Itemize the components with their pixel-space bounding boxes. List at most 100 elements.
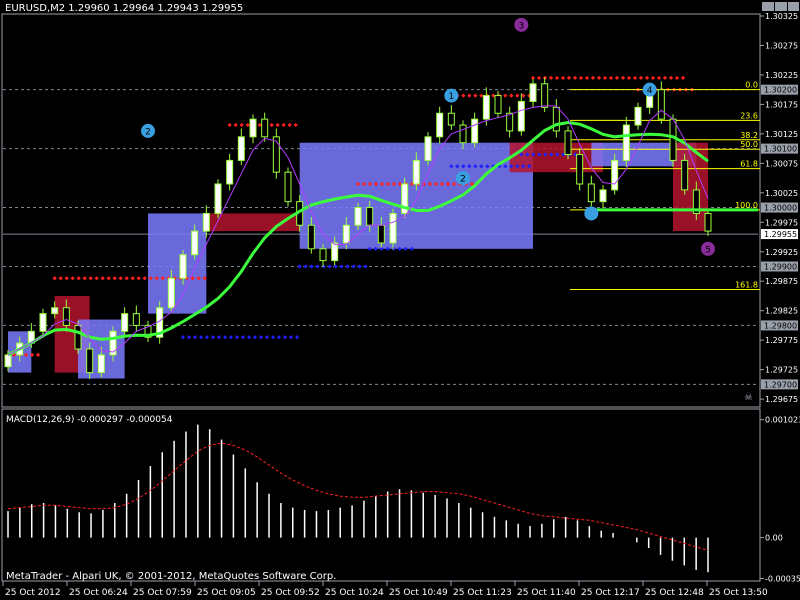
minimize-icon[interactable] [762,2,774,11]
y-tick-label: 1.30275 [765,41,798,50]
price-level-label: 1.29955 [764,230,797,239]
candle-body [424,136,432,161]
candle-body [62,307,70,326]
close-icon[interactable] [788,2,799,11]
price-level-label: 1.30000 [764,204,797,213]
price-level-label: 1.30100 [764,145,797,154]
x-tick-label: 25 Oct 13:50 [709,588,768,598]
x-tick-label: 25 Oct 06:24 [69,588,128,598]
x-tick-label: 25 Oct 09:05 [197,588,256,598]
candle-body [564,130,572,156]
candle-body [249,118,257,138]
candle-body [51,307,59,315]
x-tick-label: 25 Oct 09:52 [261,588,320,598]
x-tick-label: 25 Oct 10:49 [389,588,448,598]
candle-body [412,159,420,185]
candle-body [261,118,269,138]
wave-marker-label: 5 [705,245,711,255]
maximize-icon[interactable] [775,2,787,11]
x-tick-label: 25 Oct 11:23 [453,588,512,598]
candle-body [214,183,222,214]
y-tick-label: 1.30025 [765,189,798,198]
x-tick-label: 25 Oct 11:40 [517,588,576,598]
y-tick-label: 1.30325 [765,12,798,21]
candle-body [447,112,455,126]
skull-icon: ☠ [744,392,753,403]
candle-body [599,189,607,203]
y-tick-label: 1.29925 [765,248,798,257]
candle-body [191,230,199,256]
wave-marker-label: 3 [518,21,524,31]
wave-marker-label: 1 [448,92,454,102]
candle-body [97,354,105,374]
x-tick-label: 25 Oct 2012 [5,588,61,598]
fib-label: 0.0 [745,81,758,90]
zone-box [148,213,207,314]
candle-body [4,354,12,368]
candle-body [494,95,502,114]
candle-body [284,171,292,203]
candle-body [622,124,630,161]
candle-body [86,348,94,374]
price-level-label: 1.29900 [764,262,797,271]
candle-body [74,324,82,350]
trading-chart[interactable]: 0.023.638.250.061.8100.0161.8 213245 1.3… [0,0,800,600]
y-tick-label: 1.29975 [765,218,798,227]
footer-copyright: MetaTrader - Alpari UK, © 2001-2012, Met… [6,571,336,582]
wave-marker-label: 2 [145,127,151,137]
wave-marker-icon [584,206,599,221]
candle-body [471,118,479,144]
candle-body [587,183,595,203]
candle-body [611,159,619,191]
candle-body [657,89,665,120]
candle-body [681,159,689,191]
fib-label: 161.8 [735,280,758,289]
window-controls[interactable] [762,2,799,11]
fib-label: 50.0 [740,140,758,149]
candle-body [202,212,210,232]
y-tick-label: 1.29675 [765,395,798,404]
y-tick-label: 1.29825 [765,307,798,316]
candle-body [634,106,642,126]
candle-body [552,106,560,132]
y-tick-label: 1.29725 [765,366,798,375]
candle-body [319,248,327,262]
candle-body [459,124,467,144]
candle-body [121,313,129,332]
y-tick-label: 1.30175 [765,100,798,109]
wave-marker-label: 4 [647,86,653,96]
candle-body [354,207,362,226]
y-tick-label: 1.30225 [765,71,798,80]
x-tick-label: 25 Oct 10:24 [325,588,384,598]
candle-body [529,83,537,102]
y-tick-label: 1.29875 [765,277,798,286]
y-tick-label: 1.30125 [765,130,798,139]
candle-body [377,224,385,244]
candle-body [482,95,490,120]
candle-body [704,212,712,232]
y-tick-label: 1.30075 [765,159,798,168]
price-level-label: 1.30200 [764,86,797,95]
macd-tick-label: 0.001023 [765,416,800,425]
y-tick-label: 1.29775 [765,336,798,345]
macd-tick-label: 0.00 [765,534,783,543]
candle-body [436,112,444,138]
macd-tick-label: -0.000354 [765,574,800,583]
candle-body [576,154,584,185]
candle-body [517,100,525,132]
candle-body [366,207,374,226]
fib-label: 23.6 [740,111,758,120]
candle-body [506,112,514,132]
candle-body [272,136,280,173]
macd-label: MACD(12,26,9) -0.000297 -0.000054 [6,415,173,425]
candle-body [389,212,397,244]
candle-body [307,224,315,250]
chart-title: EURUSD,M2 1.29960 1.29964 1.29943 1.2995… [5,3,243,14]
candle-body [541,83,549,108]
x-tick-label: 25 Oct 07:59 [133,588,192,598]
candle-body [167,277,175,309]
candle-body [342,224,350,244]
candle-body [179,254,187,279]
price-level-label: 1.29700 [764,380,797,389]
candle-body [132,313,140,326]
